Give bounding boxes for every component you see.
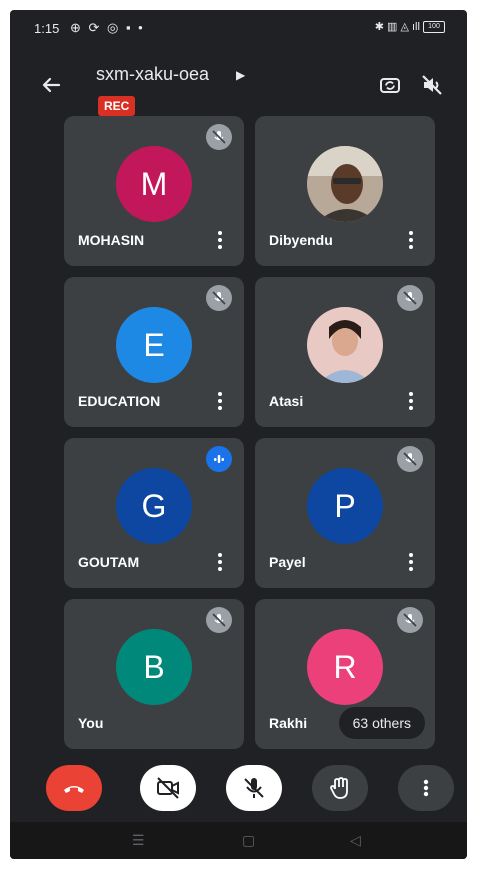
speaking-indicator-icon	[206, 446, 232, 472]
speaker-off-icon	[422, 75, 442, 95]
back-nav-icon[interactable]: ◁	[350, 832, 361, 849]
avatar: P	[307, 468, 383, 544]
mic-toggle-button[interactable]	[226, 765, 282, 811]
participant-tile-goutam[interactable]: G GOUTAM	[64, 438, 244, 588]
meet-screen: 1:15 ⊕ ⟳ ◎ ▪ • ✱ ▥ ◬ ıll 100 sxm-xaku-oe…	[10, 10, 467, 859]
mic-muted-icon	[397, 607, 423, 633]
avatar: R	[307, 629, 383, 705]
participant-name: Rakhi	[269, 715, 308, 731]
participant-tile-education[interactable]: E EDUCATION	[64, 277, 244, 427]
recent-apps-icon[interactable]: ☰	[132, 832, 145, 849]
avatar: M	[116, 146, 192, 222]
participant-tile-rakhi[interactable]: R Rakhi 63 others	[255, 599, 435, 749]
more-options-button[interactable]	[403, 550, 419, 574]
mic-muted-icon	[397, 285, 423, 311]
mic-muted-icon	[206, 285, 232, 311]
more-options-button[interactable]	[403, 228, 419, 252]
more-options-button[interactable]	[403, 389, 419, 413]
system-icons: ✱ ▥ ◬ ıll 100	[375, 20, 445, 34]
more-options-button[interactable]	[212, 550, 228, 574]
recording-badge: REC	[98, 96, 136, 116]
chevron-right-icon[interactable]: ▶	[236, 68, 245, 82]
end-call-button[interactable]	[46, 765, 102, 811]
camera-toggle-button[interactable]	[140, 765, 196, 811]
arrow-left-icon	[42, 77, 61, 93]
participant-tile-payel[interactable]: P Payel	[255, 438, 435, 588]
participant-tile-dibyendu[interactable]: Dibyendu	[255, 116, 435, 266]
avatar: E	[116, 307, 192, 383]
avatar: G	[116, 468, 192, 544]
speaker-button[interactable]	[415, 68, 449, 102]
raise-hand-button[interactable]	[312, 765, 368, 811]
switch-camera-button[interactable]	[373, 68, 407, 102]
mic-muted-icon	[206, 124, 232, 150]
more-options-button[interactable]	[398, 765, 454, 811]
camera-off-icon	[157, 777, 179, 799]
more-vert-icon	[423, 779, 429, 797]
avatar-photo	[307, 146, 383, 222]
participant-tile-atasi[interactable]: Atasi	[255, 277, 435, 427]
mic-off-icon	[244, 778, 264, 798]
status-bar: 1:15 ⊕ ⟳ ◎ ▪ • ✱ ▥ ◬ ıll 100	[10, 10, 467, 46]
more-options-button[interactable]	[212, 228, 228, 252]
others-count-chip[interactable]: 63 others	[338, 707, 425, 739]
participant-name: GOUTAM	[78, 554, 140, 570]
participant-tile-you[interactable]: B You	[64, 599, 244, 749]
more-options-button[interactable]	[212, 389, 228, 413]
avatar-photo	[307, 307, 383, 383]
participant-name: Atasi	[269, 393, 304, 409]
mic-muted-icon	[206, 607, 232, 633]
participant-name: EDUCATION	[78, 393, 161, 409]
phone-hangup-icon	[64, 786, 84, 793]
back-button[interactable]	[34, 68, 68, 102]
meeting-code[interactable]: sxm-xaku-oea	[96, 64, 209, 85]
battery-icon: 100	[423, 21, 445, 34]
participant-name: Dibyendu	[269, 232, 333, 248]
hand-icon	[330, 777, 348, 799]
notification-icons: ⊕ ⟳ ◎ ▪ •	[70, 20, 145, 35]
participant-name: You	[78, 715, 104, 731]
home-icon[interactable]: ▢	[242, 832, 255, 849]
switch-camera-icon	[380, 78, 400, 93]
avatar: B	[116, 629, 192, 705]
participant-name: Payel	[269, 554, 306, 570]
participant-name: MOHASIN	[78, 232, 145, 248]
status-time: 1:15	[34, 21, 60, 36]
call-controls	[10, 765, 467, 825]
mic-muted-icon	[397, 446, 423, 472]
participant-tile-mohasin[interactable]: M MOHASIN	[64, 116, 244, 266]
system-nav-bar: ☰ ▢ ◁	[10, 822, 467, 859]
